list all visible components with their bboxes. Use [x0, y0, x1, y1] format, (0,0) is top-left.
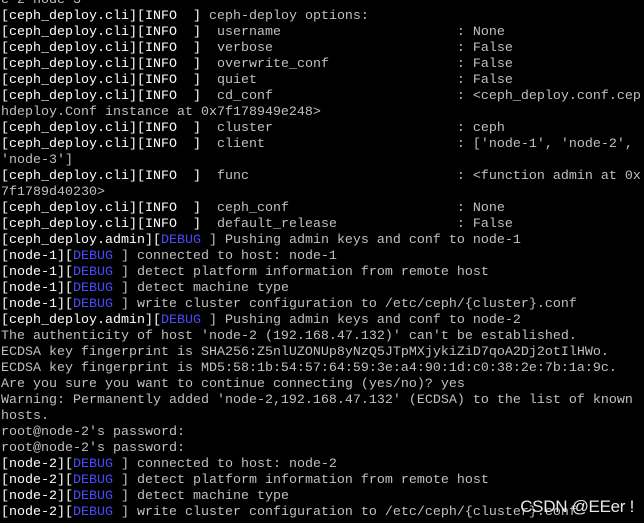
log-text: ] connected to host: node-2 [112, 457, 337, 472]
terminal-line: [node-2][DEBUG ] detect platform informa… [1, 473, 641, 489]
log-text: ECDSA key fingerprint is SHA256:Z5nlUZON… [1, 345, 609, 360]
terminal-line: [ceph_deploy.cli][INFO ] cd_conf : <ceph… [1, 89, 641, 105]
terminal-line: hdeploy.Conf instance at 0x7f178949e248> [1, 105, 641, 121]
watermark: CSDN @EEer ! [520, 497, 634, 516]
log-text: ] detect machine type [112, 281, 289, 296]
debug-level-label: DEBUG [72, 281, 113, 296]
terminal-line: root@node-2's password: [1, 441, 641, 457]
log-text: hosts. [1, 409, 49, 424]
log-text: Are you sure you want to continue connec… [1, 377, 465, 392]
terminal-line: [ceph_deploy.cli][INFO ] ceph-deploy opt… [1, 9, 641, 25]
terminal-line: [node-2][DEBUG ] connected to host: node… [1, 457, 641, 473]
log-text: func : <function admin at 0x [200, 169, 641, 184]
log-text: default_release : False [200, 217, 513, 232]
log-prefix: [ceph_deploy.cli][INFO ] [1, 57, 201, 72]
terminal-line: [ceph_deploy.admin][DEBUG ] Pushing admi… [1, 233, 641, 249]
log-text: client : ['node-1', 'node-2', [200, 137, 633, 152]
terminal-line: [ceph_deploy.cli][INFO ] overwrite_conf … [1, 57, 641, 73]
debug-level-label: DEBUG [160, 313, 201, 328]
log-text: ECDSA key fingerprint is MD5:58:1b:54:57… [1, 361, 617, 376]
log-prefix: [ceph_deploy.cli][INFO ] [1, 201, 201, 216]
terminal-line: ECDSA key fingerprint is MD5:58:1b:54:57… [1, 361, 641, 377]
terminal-line: [ceph_deploy.cli][INFO ] client : ['node… [1, 137, 641, 153]
log-prefix: [ceph_deploy.cli][INFO ] [1, 137, 201, 152]
terminal-line: Are you sure you want to continue connec… [1, 377, 641, 393]
terminal-line: [ceph_deploy.cli][INFO ] quiet : False [1, 73, 641, 89]
log-text: ] detect machine type [112, 489, 289, 504]
debug-level-label: DEBUG [72, 473, 113, 488]
terminal-line: [node-1][DEBUG ] connected to host: node… [1, 249, 641, 265]
log-text: cluster : ceph [200, 121, 505, 136]
terminal-line: Warning: Permanently added 'node-2,192.1… [1, 393, 641, 409]
log-prefix: [ceph_deploy.cli][INFO ] [1, 217, 201, 232]
terminal-line: [ceph_deploy.cli][INFO ] cluster : ceph [1, 121, 641, 137]
log-text: hdeploy.Conf instance at 0x7f178949e248> [1, 105, 321, 120]
log-text: root@node-2's password: [1, 425, 185, 440]
terminal-line: [ceph_deploy.cli][INFO ] username : None [1, 25, 641, 41]
terminal-line: [ceph_deploy.cli][INFO ] verbose : False [1, 41, 641, 57]
log-prefix: [ceph_deploy.cli][INFO ] [1, 41, 201, 56]
log-text: 'node-3'] [1, 153, 73, 168]
log-text: overwrite_conf : False [200, 57, 513, 72]
log-prefix: [node-2][ [1, 473, 73, 488]
log-prefix: [node-2][ [1, 457, 73, 472]
log-prefix: [ceph_deploy.cli][INFO ] [1, 169, 201, 184]
log-prefix: [node-1][ [1, 249, 73, 264]
log-text: ] write cluster configuration to /etc/ce… [112, 505, 577, 520]
log-prefix: [node-1][ [1, 265, 73, 280]
debug-level-label: DEBUG [160, 233, 201, 248]
log-text: username : None [200, 25, 505, 40]
log-prefix: [ceph_deploy.cli][INFO ] [1, 89, 201, 104]
log-text: ] Pushing admin keys and conf to node-1 [200, 233, 521, 248]
terminal-line: 'node-3'] [1, 153, 641, 169]
log-text: ] detect platform information from remot… [112, 473, 489, 488]
terminal-line: [node-1][DEBUG ] detect machine type [1, 281, 641, 297]
log-text: e-2 node-3 [1, 0, 81, 8]
log-prefix: [ceph_deploy.cli][INFO ] [1, 121, 201, 136]
log-prefix: [node-1][ [1, 281, 73, 296]
terminal-line: 7f1789d40230> [1, 185, 641, 201]
log-text: cd_conf : <ceph_deploy.conf.cep [200, 89, 641, 104]
log-text: ] write cluster configuration to /etc/ce… [112, 297, 577, 312]
terminal-line: [node-1][DEBUG ] detect platform informa… [1, 265, 641, 281]
log-prefix: [ceph_deploy.cli][INFO ] [1, 25, 201, 40]
log-prefix: [ceph_deploy.cli][INFO ] [1, 9, 201, 24]
debug-level-label: DEBUG [72, 297, 113, 312]
log-text: ceph_conf : None [200, 201, 505, 216]
debug-level-label: DEBUG [72, 265, 113, 280]
log-text: Warning: Permanently added 'node-2,192.1… [1, 393, 633, 408]
log-text: ceph-deploy options: [200, 9, 369, 24]
terminal-output[interactable]: e-2 node-3 [ceph_deploy.cli][INFO ] ceph-… [1, 0, 641, 521]
log-prefix: [ceph_deploy.cli][INFO ] [1, 73, 201, 88]
terminal-line: ECDSA key fingerprint is SHA256:Z5nlUZON… [1, 345, 641, 361]
terminal-line: hosts. [1, 409, 641, 425]
log-text: ] detect platform information from remot… [112, 265, 489, 280]
log-text: ] Pushing admin keys and conf to node-2 [200, 313, 521, 328]
terminal-line: [ceph_deploy.cli][INFO ] default_release… [1, 217, 641, 233]
log-prefix: [node-2][ [1, 505, 73, 520]
debug-level-label: DEBUG [72, 505, 113, 520]
log-prefix: [node-1][ [1, 297, 73, 312]
terminal-line: e-2 node-3 [1, 0, 641, 9]
terminal-line: [node-1][DEBUG ] write cluster configura… [1, 297, 641, 313]
log-text: verbose : False [200, 41, 513, 56]
log-text: quiet : False [200, 73, 513, 88]
log-text: ] connected to host: node-1 [112, 249, 337, 264]
terminal-line: [ceph_deploy.cli][INFO ] ceph_conf : Non… [1, 201, 641, 217]
terminal-line: The authenticity of host 'node-2 (192.16… [1, 329, 641, 345]
log-prefix: [ceph_deploy.admin][ [1, 313, 161, 328]
log-text: The authenticity of host 'node-2 (192.16… [1, 329, 577, 344]
terminal-line: [ceph_deploy.admin][DEBUG ] Pushing admi… [1, 313, 641, 329]
debug-level-label: DEBUG [72, 489, 113, 504]
log-text: 7f1789d40230> [1, 185, 105, 200]
log-prefix: [ceph_deploy.admin][ [1, 233, 161, 248]
log-prefix: [node-2][ [1, 489, 73, 504]
terminal-line: [ceph_deploy.cli][INFO ] func : <functio… [1, 169, 641, 185]
log-text: root@node-2's password: [1, 441, 185, 456]
debug-level-label: DEBUG [72, 249, 113, 264]
terminal-line: root@node-2's password: [1, 425, 641, 441]
debug-level-label: DEBUG [72, 457, 113, 472]
